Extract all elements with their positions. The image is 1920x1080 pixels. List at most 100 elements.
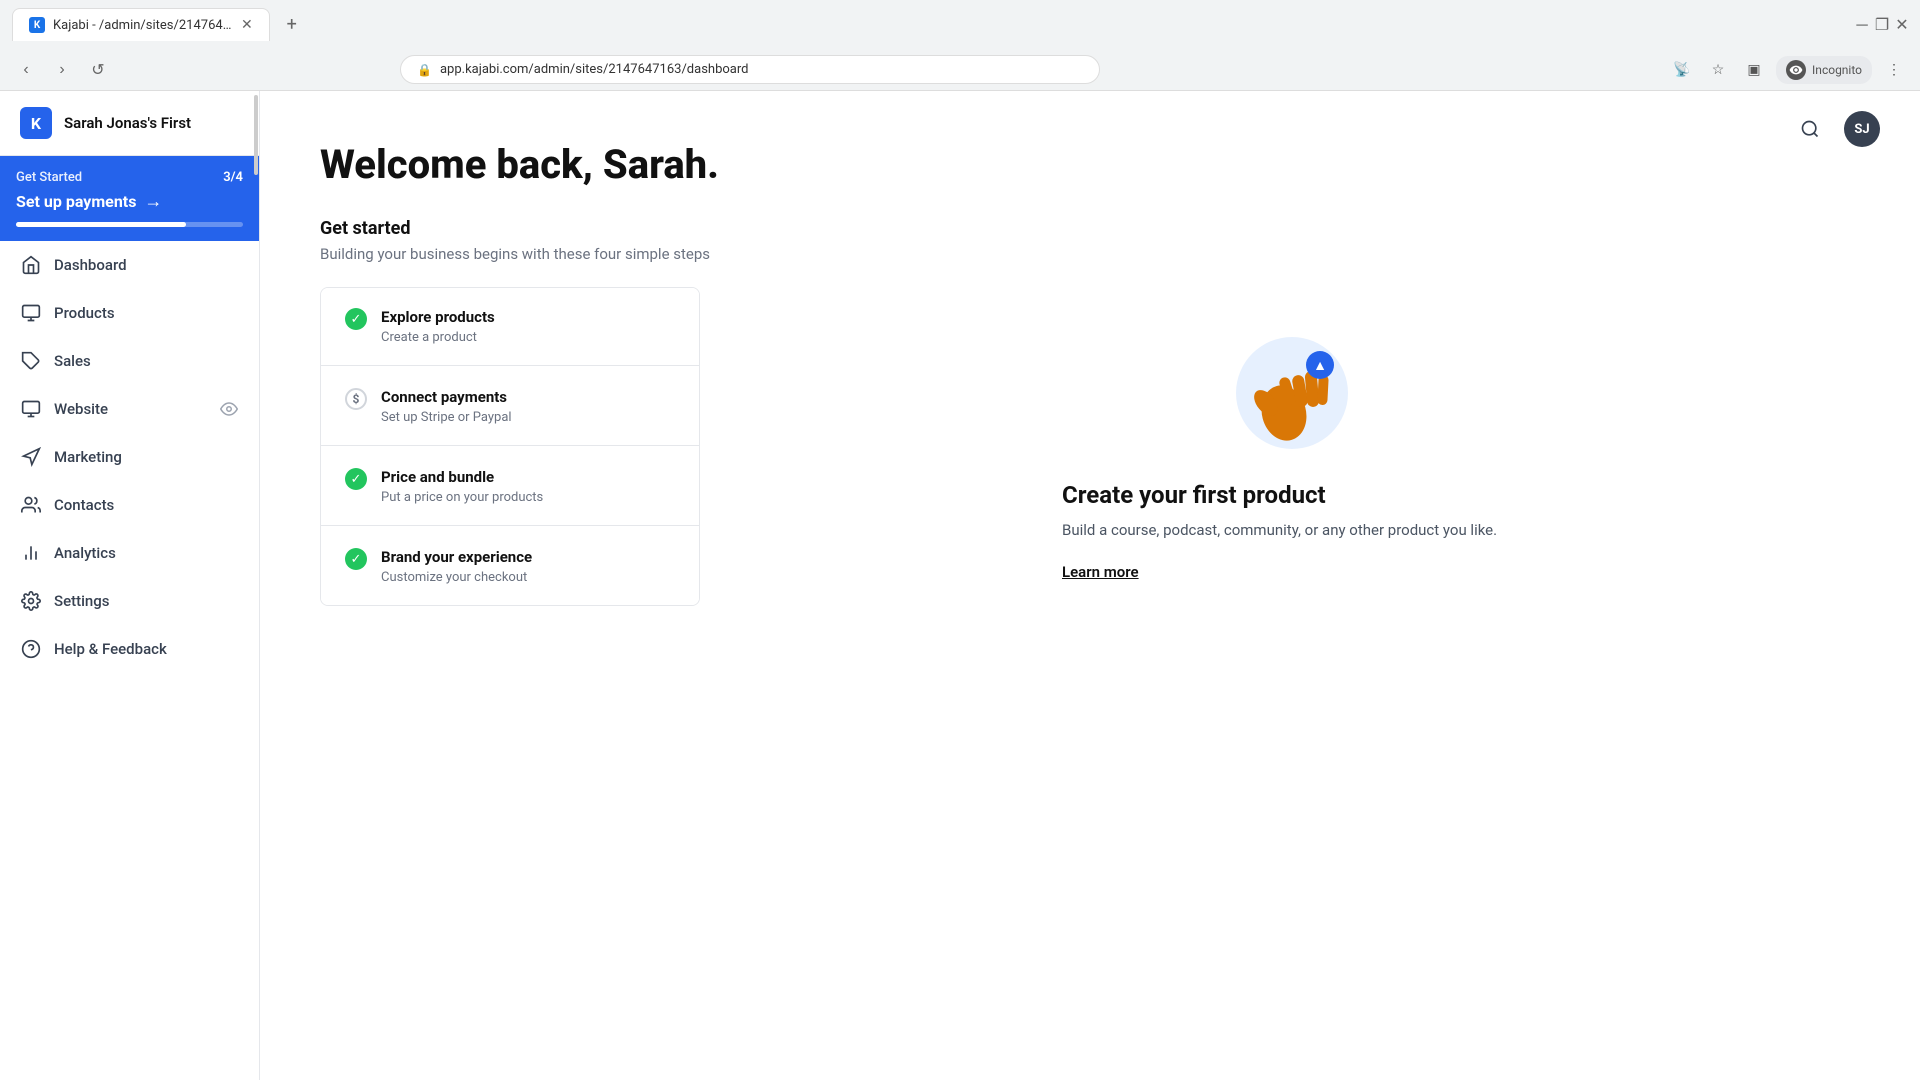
person-icon bbox=[20, 494, 42, 516]
section-title: Get started bbox=[320, 218, 1860, 239]
maximize-button[interactable]: ❐ bbox=[1876, 19, 1888, 31]
step-check-icon: ✓ bbox=[345, 548, 367, 570]
eye-badge-icon bbox=[219, 399, 239, 419]
step-title: Connect payments bbox=[381, 388, 512, 406]
app-logo: K bbox=[20, 107, 52, 139]
incognito-label: Incognito bbox=[1812, 63, 1862, 77]
step-content: Brand your experience Customize your che… bbox=[381, 548, 532, 585]
create-product-heading: Create your first product bbox=[1062, 481, 1522, 509]
sidebar-icon[interactable]: ▣ bbox=[1740, 56, 1768, 84]
get-started-arrow-icon: → bbox=[144, 191, 162, 212]
create-product-panel: Create your first product Build a course… bbox=[1062, 481, 1522, 581]
main-nav: Dashboard Products Sales Website bbox=[0, 241, 259, 673]
tag-icon bbox=[20, 350, 42, 372]
get-started-section: Get started Building your business begin… bbox=[320, 218, 1860, 606]
section-subtitle: Building your business begins with these… bbox=[320, 245, 1860, 263]
sidebar-item-label: Analytics bbox=[54, 544, 239, 562]
sidebar-item-label: Settings bbox=[54, 592, 239, 610]
step-check-icon: ✓ bbox=[345, 468, 367, 490]
sidebar-header: K Sarah Jonas's First bbox=[0, 91, 259, 156]
step-price-bundle[interactable]: ✓ Price and bundle Put a price on your p… bbox=[321, 448, 699, 526]
close-button[interactable]: ✕ bbox=[1896, 19, 1908, 31]
steps-list: ✓ Explore products Create a product $ Co… bbox=[320, 287, 700, 606]
step-content: Price and bundle Put a price on your pro… bbox=[381, 468, 543, 505]
cast-icon[interactable]: 📡 bbox=[1668, 56, 1696, 84]
step-title: Explore products bbox=[381, 308, 495, 326]
sidebar-item-products[interactable]: Products bbox=[0, 289, 259, 337]
sidebar-item-label: Help & Feedback bbox=[54, 640, 239, 658]
menu-icon[interactable]: ⋮ bbox=[1880, 56, 1908, 84]
sidebar-item-analytics[interactable]: Analytics bbox=[0, 529, 259, 577]
hand-illustration: ▲ bbox=[1222, 313, 1362, 453]
new-tab-button[interactable]: + bbox=[278, 11, 306, 39]
reload-button[interactable]: ↺ bbox=[84, 56, 112, 84]
step-dollar-icon: $ bbox=[345, 388, 367, 410]
get-started-label: Get Started bbox=[16, 170, 82, 185]
sidebar-item-help[interactable]: Help & Feedback bbox=[0, 625, 259, 673]
step-check-icon: ✓ bbox=[345, 308, 367, 330]
main-content: SJ Welcome back, Sarah. Get started Buil… bbox=[260, 91, 1920, 1080]
step-desc: Create a product bbox=[381, 330, 495, 345]
step-content: Explore products Create a product bbox=[381, 308, 495, 345]
app-header: SJ bbox=[1792, 111, 1880, 147]
learn-more-link[interactable]: Learn more bbox=[1062, 563, 1522, 581]
progress-bar-background bbox=[16, 222, 243, 227]
browser-tab[interactable]: K Kajabi - /admin/sites/214764716... ✕ bbox=[12, 8, 270, 41]
minimize-button[interactable]: ─ bbox=[1856, 19, 1868, 31]
chart-icon bbox=[20, 542, 42, 564]
sidebar-item-label: Marketing bbox=[54, 448, 239, 466]
sidebar-item-sales[interactable]: Sales bbox=[0, 337, 259, 385]
sidebar-scrollbar[interactable] bbox=[253, 91, 259, 1080]
get-started-count: 3/4 bbox=[223, 170, 243, 185]
user-avatar[interactable]: SJ bbox=[1844, 111, 1880, 147]
ssl-lock-icon: 🔒 bbox=[417, 63, 432, 77]
gear-icon bbox=[20, 590, 42, 612]
tab-title: Kajabi - /admin/sites/214764716... bbox=[53, 18, 233, 33]
create-product-desc: Build a course, podcast, community, or a… bbox=[1062, 521, 1522, 539]
browser-nav-actions: 📡 ☆ ▣ Incognito ⋮ bbox=[1668, 56, 1908, 84]
get-started-banner[interactable]: Get Started 3/4 Set up payments → bbox=[0, 156, 259, 241]
megaphone-icon bbox=[20, 446, 42, 468]
sidebar-scrollbar-thumb bbox=[254, 95, 258, 175]
step-desc: Set up Stripe or Paypal bbox=[381, 410, 512, 425]
right-panel: ▲ Create your first product Build a cour… bbox=[724, 287, 1860, 606]
tab-favicon: K bbox=[29, 17, 45, 33]
welcome-heading: Welcome back, Sarah. bbox=[320, 141, 1860, 188]
sidebar: K Sarah Jonas's First Get Started 3/4 Se… bbox=[0, 91, 260, 1080]
address-bar[interactable]: 🔒 app.kajabi.com/admin/sites/2147647163/… bbox=[400, 55, 1100, 84]
svg-text:▲: ▲ bbox=[1313, 358, 1327, 374]
illustration-container: ▲ bbox=[1222, 313, 1362, 457]
sidebar-item-website[interactable]: Website bbox=[0, 385, 259, 433]
monitor-icon bbox=[20, 398, 42, 420]
steps-container: ✓ Explore products Create a product $ Co… bbox=[320, 287, 1860, 606]
step-content: Connect payments Set up Stripe or Paypal bbox=[381, 388, 512, 425]
search-button[interactable] bbox=[1792, 111, 1828, 147]
progress-bar-fill bbox=[16, 222, 186, 227]
step-desc: Customize your checkout bbox=[381, 570, 532, 585]
incognito-icon bbox=[1786, 60, 1806, 80]
step-title: Brand your experience bbox=[381, 548, 532, 566]
forward-button[interactable]: › bbox=[48, 56, 76, 84]
back-button[interactable]: ‹ bbox=[12, 56, 40, 84]
tab-close-button[interactable]: ✕ bbox=[241, 17, 253, 33]
sidebar-item-label: Dashboard bbox=[54, 256, 239, 274]
window-controls: ─ ❐ ✕ bbox=[1856, 19, 1908, 31]
step-explore-products[interactable]: ✓ Explore products Create a product bbox=[321, 288, 699, 366]
bookmark-icon[interactable]: ☆ bbox=[1704, 56, 1732, 84]
step-desc: Put a price on your products bbox=[381, 490, 543, 505]
sidebar-item-settings[interactable]: Settings bbox=[0, 577, 259, 625]
step-connect-payments[interactable]: $ Connect payments Set up Stripe or Payp… bbox=[321, 368, 699, 446]
sidebar-item-marketing[interactable]: Marketing bbox=[0, 433, 259, 481]
help-icon bbox=[20, 638, 42, 660]
incognito-badge: Incognito bbox=[1776, 56, 1872, 84]
brand-name: Sarah Jonas's First bbox=[64, 114, 191, 132]
home-icon bbox=[20, 254, 42, 276]
get-started-title: Set up payments bbox=[16, 192, 136, 211]
sidebar-item-contacts[interactable]: Contacts bbox=[0, 481, 259, 529]
sidebar-item-dashboard[interactable]: Dashboard bbox=[0, 241, 259, 289]
step-title: Price and bundle bbox=[381, 468, 543, 486]
sidebar-item-label: Sales bbox=[54, 352, 239, 370]
url-text: app.kajabi.com/admin/sites/2147647163/da… bbox=[440, 62, 749, 77]
step-brand-experience[interactable]: ✓ Brand your experience Customize your c… bbox=[321, 528, 699, 605]
sidebar-item-label: Contacts bbox=[54, 496, 239, 514]
